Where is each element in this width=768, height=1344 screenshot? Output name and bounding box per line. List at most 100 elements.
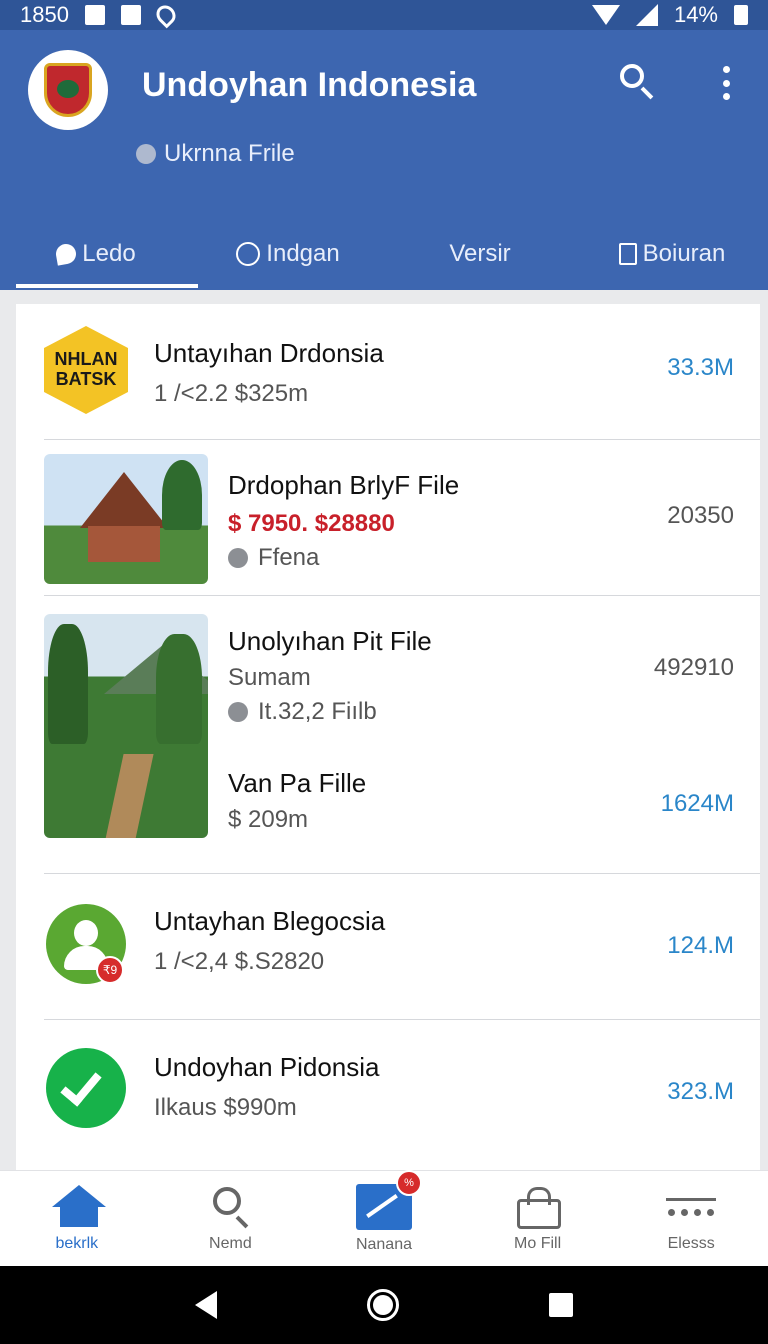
status-right: 14%: [591, 2, 748, 28]
badge-text: BATSK: [55, 369, 117, 389]
nav-search[interactable]: Nemd: [154, 1171, 308, 1266]
avatar-head: [74, 920, 98, 946]
temple-thumbnail: [44, 454, 208, 584]
back-icon[interactable]: [195, 1291, 217, 1319]
chart-icon: %: [355, 1169, 422, 1230]
file-list: NHLAN BATSK Untayıhan Drdonsia 1 /<2.2 $…: [16, 304, 760, 1184]
search-icon: [205, 1185, 255, 1229]
item-title: Untayhan Blegocsia: [154, 906, 386, 936]
status-time: 1850: [20, 2, 69, 27]
tab-indgan[interactable]: Indgan: [192, 220, 384, 288]
home-base: [59, 1204, 98, 1227]
nav-label: Nemd: [209, 1234, 252, 1252]
user-avatar-icon: ₹9: [46, 904, 126, 984]
more-dot: [722, 93, 730, 100]
status-bar: 1850 14%: [0, 0, 768, 30]
chart-line: [366, 1193, 398, 1218]
search-button[interactable]: [616, 60, 656, 100]
tab-ledo[interactable]: Ledo: [0, 220, 198, 288]
dot: [681, 1208, 689, 1216]
search-lens: [213, 1186, 242, 1215]
bag-icon: [513, 1185, 563, 1229]
tab-label: Ledo: [82, 240, 136, 267]
item-value: 492910: [653, 654, 734, 681]
item-second-subtitle: $ 209m: [228, 806, 309, 833]
item-title: Undoyhan Pidonsia: [154, 1052, 380, 1082]
search-icon-handle: [640, 86, 654, 100]
location-icon: [152, 1, 180, 29]
thumb-tree: [156, 634, 202, 744]
item-value: 124.M: [667, 932, 734, 959]
home-dot: [373, 1295, 393, 1315]
more-dots-icon: [666, 1185, 717, 1229]
recent-apps-icon[interactable]: [549, 1293, 573, 1317]
system-nav-bar: [0, 1266, 768, 1344]
nav-chart[interactable]: % Nanana: [307, 1169, 461, 1266]
search-icon: [620, 64, 644, 88]
download-icon: [84, 5, 105, 25]
item-value: 323.M: [667, 1078, 734, 1105]
thumb-building: [88, 526, 160, 562]
dot: [668, 1208, 676, 1216]
nav-label: Elesss: [667, 1234, 715, 1252]
item-subtitle: 1 /<2,4 $.S2820: [154, 948, 325, 975]
list-item[interactable]: Unolyıhan Pit File Sumam It.32,2 Fiılb 4…: [16, 596, 760, 874]
badge-text: NHLAN: [54, 349, 118, 370]
page-title: Undoyhan Indonesia: [142, 66, 477, 104]
list-item[interactable]: Drdophan BrlyF File $ 7950. $28880 Ffena…: [16, 440, 760, 596]
more-vertical-icon[interactable]: [716, 66, 736, 100]
tab-boiuran[interactable]: Boiuran: [576, 220, 768, 288]
home-button-icon[interactable]: [367, 1289, 399, 1321]
notification-badge: %: [395, 1169, 422, 1196]
thumb-palm: [162, 460, 202, 530]
square-outline-icon: [618, 243, 637, 265]
dot: [694, 1208, 702, 1216]
check-circle-icon: [46, 1048, 126, 1128]
home-roof: [51, 1184, 106, 1207]
list-item[interactable]: NHLAN BATSK Untayıhan Drdonsia 1 /<2.2 $…: [16, 304, 760, 440]
bottom-nav: bekrlk Nemd % Nanana Mo Fill Elesss: [0, 1169, 768, 1266]
nav-home[interactable]: bekrlk: [0, 1171, 154, 1266]
info-dot-icon: [228, 548, 248, 568]
tab-bar: Ledo Indgan Versir Boiuran: [0, 220, 768, 288]
nav-label: Nanana: [355, 1235, 412, 1253]
item-subtitle: Sumam: [228, 664, 311, 691]
tab-versir[interactable]: Versir: [384, 220, 576, 288]
more-dot: [722, 66, 730, 73]
nav-files[interactable]: Mo Fill: [461, 1171, 615, 1266]
square-icon: [120, 5, 141, 25]
nav-label: bekrlk: [55, 1234, 99, 1252]
item-value: 33.3M: [667, 354, 734, 381]
chat-bubble-icon: [54, 242, 78, 266]
item-second-title: Van Pa Fille: [228, 768, 367, 798]
bag-body: [516, 1198, 561, 1229]
battery-icon: [734, 5, 748, 25]
circle-icon: [236, 242, 261, 266]
item-meta: Ffena: [228, 544, 319, 572]
item-meta-text: Ffena: [258, 544, 320, 571]
signal-icon: [635, 4, 658, 26]
list-item[interactable]: Undoyhan Pidonsia Ilkaus $990m 323.M: [16, 1020, 760, 1170]
thumb-path: [104, 754, 154, 838]
item-second-value: 1624M: [660, 790, 734, 817]
emblem-shield-icon: [44, 63, 92, 117]
dots-row: [668, 1208, 715, 1216]
item-meta-text: It.32,2 Fiılb: [258, 698, 377, 725]
tab-label: Boiuran: [642, 240, 726, 267]
status-left: 1850: [20, 1, 180, 29]
list-item[interactable]: ₹9 Untayhan Blegocsia 1 /<2,4 $.S2820 12…: [16, 874, 760, 1020]
nav-label: Mo Fill: [514, 1234, 562, 1252]
subtitle-text: Ukrnna Frile: [164, 140, 295, 167]
nav-more[interactable]: Elesss: [614, 1171, 768, 1266]
item-value: 20350: [667, 502, 734, 529]
check-mark: [60, 1063, 102, 1107]
search-handle: [235, 1215, 249, 1228]
dots-bar: [666, 1197, 717, 1201]
alert-badge: ₹9: [96, 956, 124, 984]
badge-icon: NHLAN BATSK: [44, 326, 128, 414]
info-dot-icon: [228, 702, 248, 722]
thumb-roof: [80, 472, 168, 528]
tab-label: Versir: [449, 240, 511, 267]
more-dot: [722, 79, 730, 87]
jungle-thumbnail: [44, 614, 208, 838]
